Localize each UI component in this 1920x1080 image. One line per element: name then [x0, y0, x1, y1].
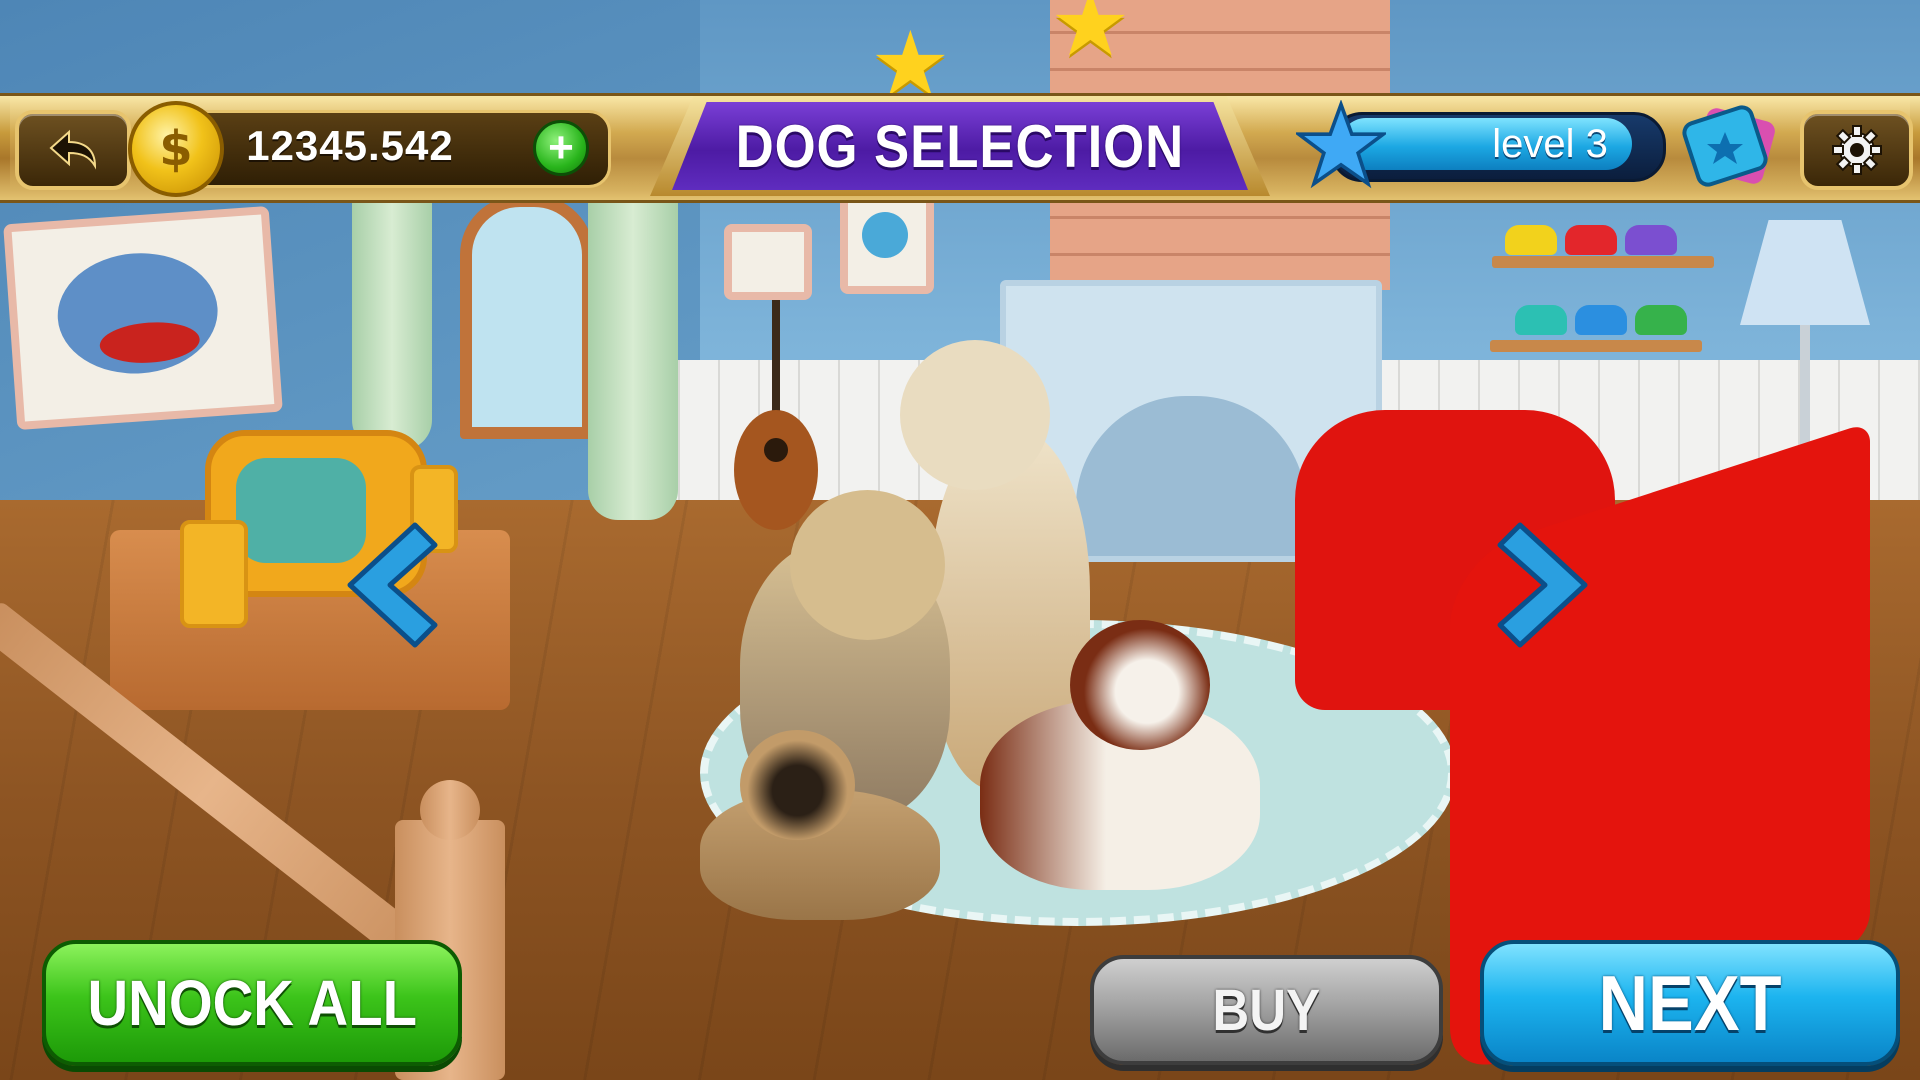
buy-label: BUY — [1212, 977, 1321, 1043]
next-button[interactable]: NEXT — [1480, 940, 1900, 1066]
wall-painting — [3, 205, 283, 431]
ticket-icon[interactable] — [1680, 104, 1790, 188]
curtain-left — [352, 200, 432, 450]
toy-car — [1505, 225, 1557, 255]
next-label: NEXT — [1598, 958, 1782, 1047]
wall-picture — [724, 224, 812, 300]
toy-shelf — [1492, 256, 1714, 268]
settings-button[interactable] — [1800, 110, 1913, 190]
toy-car — [1635, 305, 1687, 335]
toy-shelf — [1490, 340, 1702, 352]
star-icon — [1296, 100, 1386, 189]
page-title: DOG SELECTION — [735, 112, 1185, 180]
coin-balance: 12345.542 — [246, 122, 454, 169]
back-button[interactable] — [15, 110, 131, 190]
toy-car — [1625, 225, 1677, 255]
guitar — [734, 300, 818, 530]
curtain-right — [588, 190, 678, 520]
buy-button[interactable]: BUY — [1090, 955, 1443, 1065]
previous-dog-button[interactable] — [335, 520, 445, 650]
back-arrow-icon — [49, 129, 97, 170]
toy-car — [1575, 305, 1627, 335]
hanging-star-decoration: ★ — [1050, 0, 1131, 75]
window — [460, 195, 594, 439]
chevron-left-icon — [347, 522, 438, 648]
gear-icon — [1831, 125, 1882, 175]
toy-car — [1565, 225, 1617, 255]
toy-car — [1515, 305, 1567, 335]
chevron-right-icon — [1497, 522, 1588, 648]
unlock-all-button[interactable]: UNOCK ALL — [42, 940, 462, 1066]
add-coins-button[interactable]: + — [533, 120, 589, 176]
level-label: level 3 — [1492, 121, 1608, 166]
dollar-coin-icon: $ — [128, 101, 224, 197]
next-dog-button[interactable] — [1490, 520, 1600, 650]
unlock-all-label: UNOCK ALL — [87, 967, 417, 1039]
